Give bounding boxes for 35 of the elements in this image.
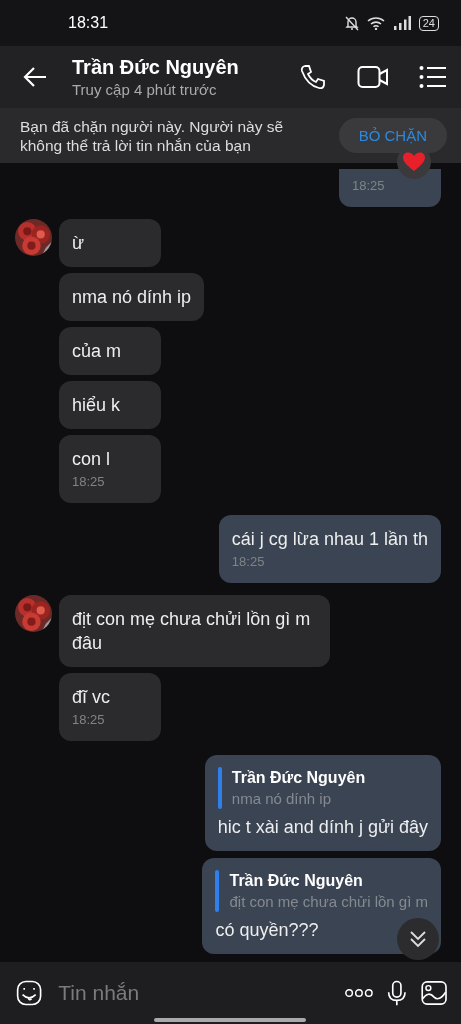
- message-bubble: địt con mẹ chưa chửi lồn gì m đâu: [59, 595, 330, 667]
- message-time: 18:25: [72, 711, 106, 729]
- wifi-icon: [366, 16, 385, 30]
- status-time: 18:31: [68, 14, 110, 32]
- contact-name: Trần Đức Nguyên: [72, 56, 240, 79]
- message-time: 18:25: [352, 177, 386, 195]
- unblock-button[interactable]: BỎ CHẶN: [338, 118, 447, 153]
- last-seen-status: Truy cập 4 phút trước: [72, 81, 218, 98]
- composer-bar[interactable]: Tin nhắn: [0, 962, 461, 1024]
- phone-icon[interactable]: [299, 63, 327, 91]
- message-time: 18:25: [231, 553, 266, 571]
- signal-icon: [392, 16, 411, 30]
- message-bubble: nma nó dính ip: [59, 273, 205, 321]
- message-bubble: cái j cg lừa nhau 1 lần th 18:25: [218, 515, 441, 583]
- message-bubble: đĩ vc 18:25: [59, 673, 161, 741]
- muted-bell-icon: [344, 15, 359, 31]
- image-icon[interactable]: [420, 978, 447, 1008]
- message-bubble: Trần Đức Nguyên nma nó dính ip hic t xài and dính j gửi đây: [204, 755, 441, 851]
- menu-icon[interactable]: [419, 66, 447, 88]
- message-time: 18:25: [72, 473, 106, 491]
- message-bubble: của m: [59, 327, 161, 375]
- chevrons-down-icon: [408, 929, 428, 949]
- quoted-message: địt con mẹ chưa chửi lồn gì m: [229, 892, 428, 912]
- message-bubble: con l 18:25: [59, 435, 161, 503]
- message-bubble: hiểu k: [59, 381, 161, 429]
- quoted-sender: Trần Đức Nguyên: [229, 871, 364, 891]
- more-icon[interactable]: [345, 987, 374, 999]
- quoted-sender: Trần Đức Nguyên: [231, 768, 366, 788]
- battery-level: 24: [418, 15, 439, 31]
- message-bubble: Trần Đức Nguyên địt con mẹ chưa chửi lồn gì m có quyền???: [202, 858, 441, 954]
- quoted-message: nma nó dính ip: [231, 789, 333, 809]
- video-call-icon[interactable]: [357, 64, 389, 90]
- blocked-notice: Bạn đã chặn người này. Người này sẽ không thể trả lời tin nhắn của bạn: [20, 116, 285, 155]
- message-input[interactable]: Tin nhắn: [56, 980, 332, 1006]
- message-bubble: ừ: [59, 219, 161, 267]
